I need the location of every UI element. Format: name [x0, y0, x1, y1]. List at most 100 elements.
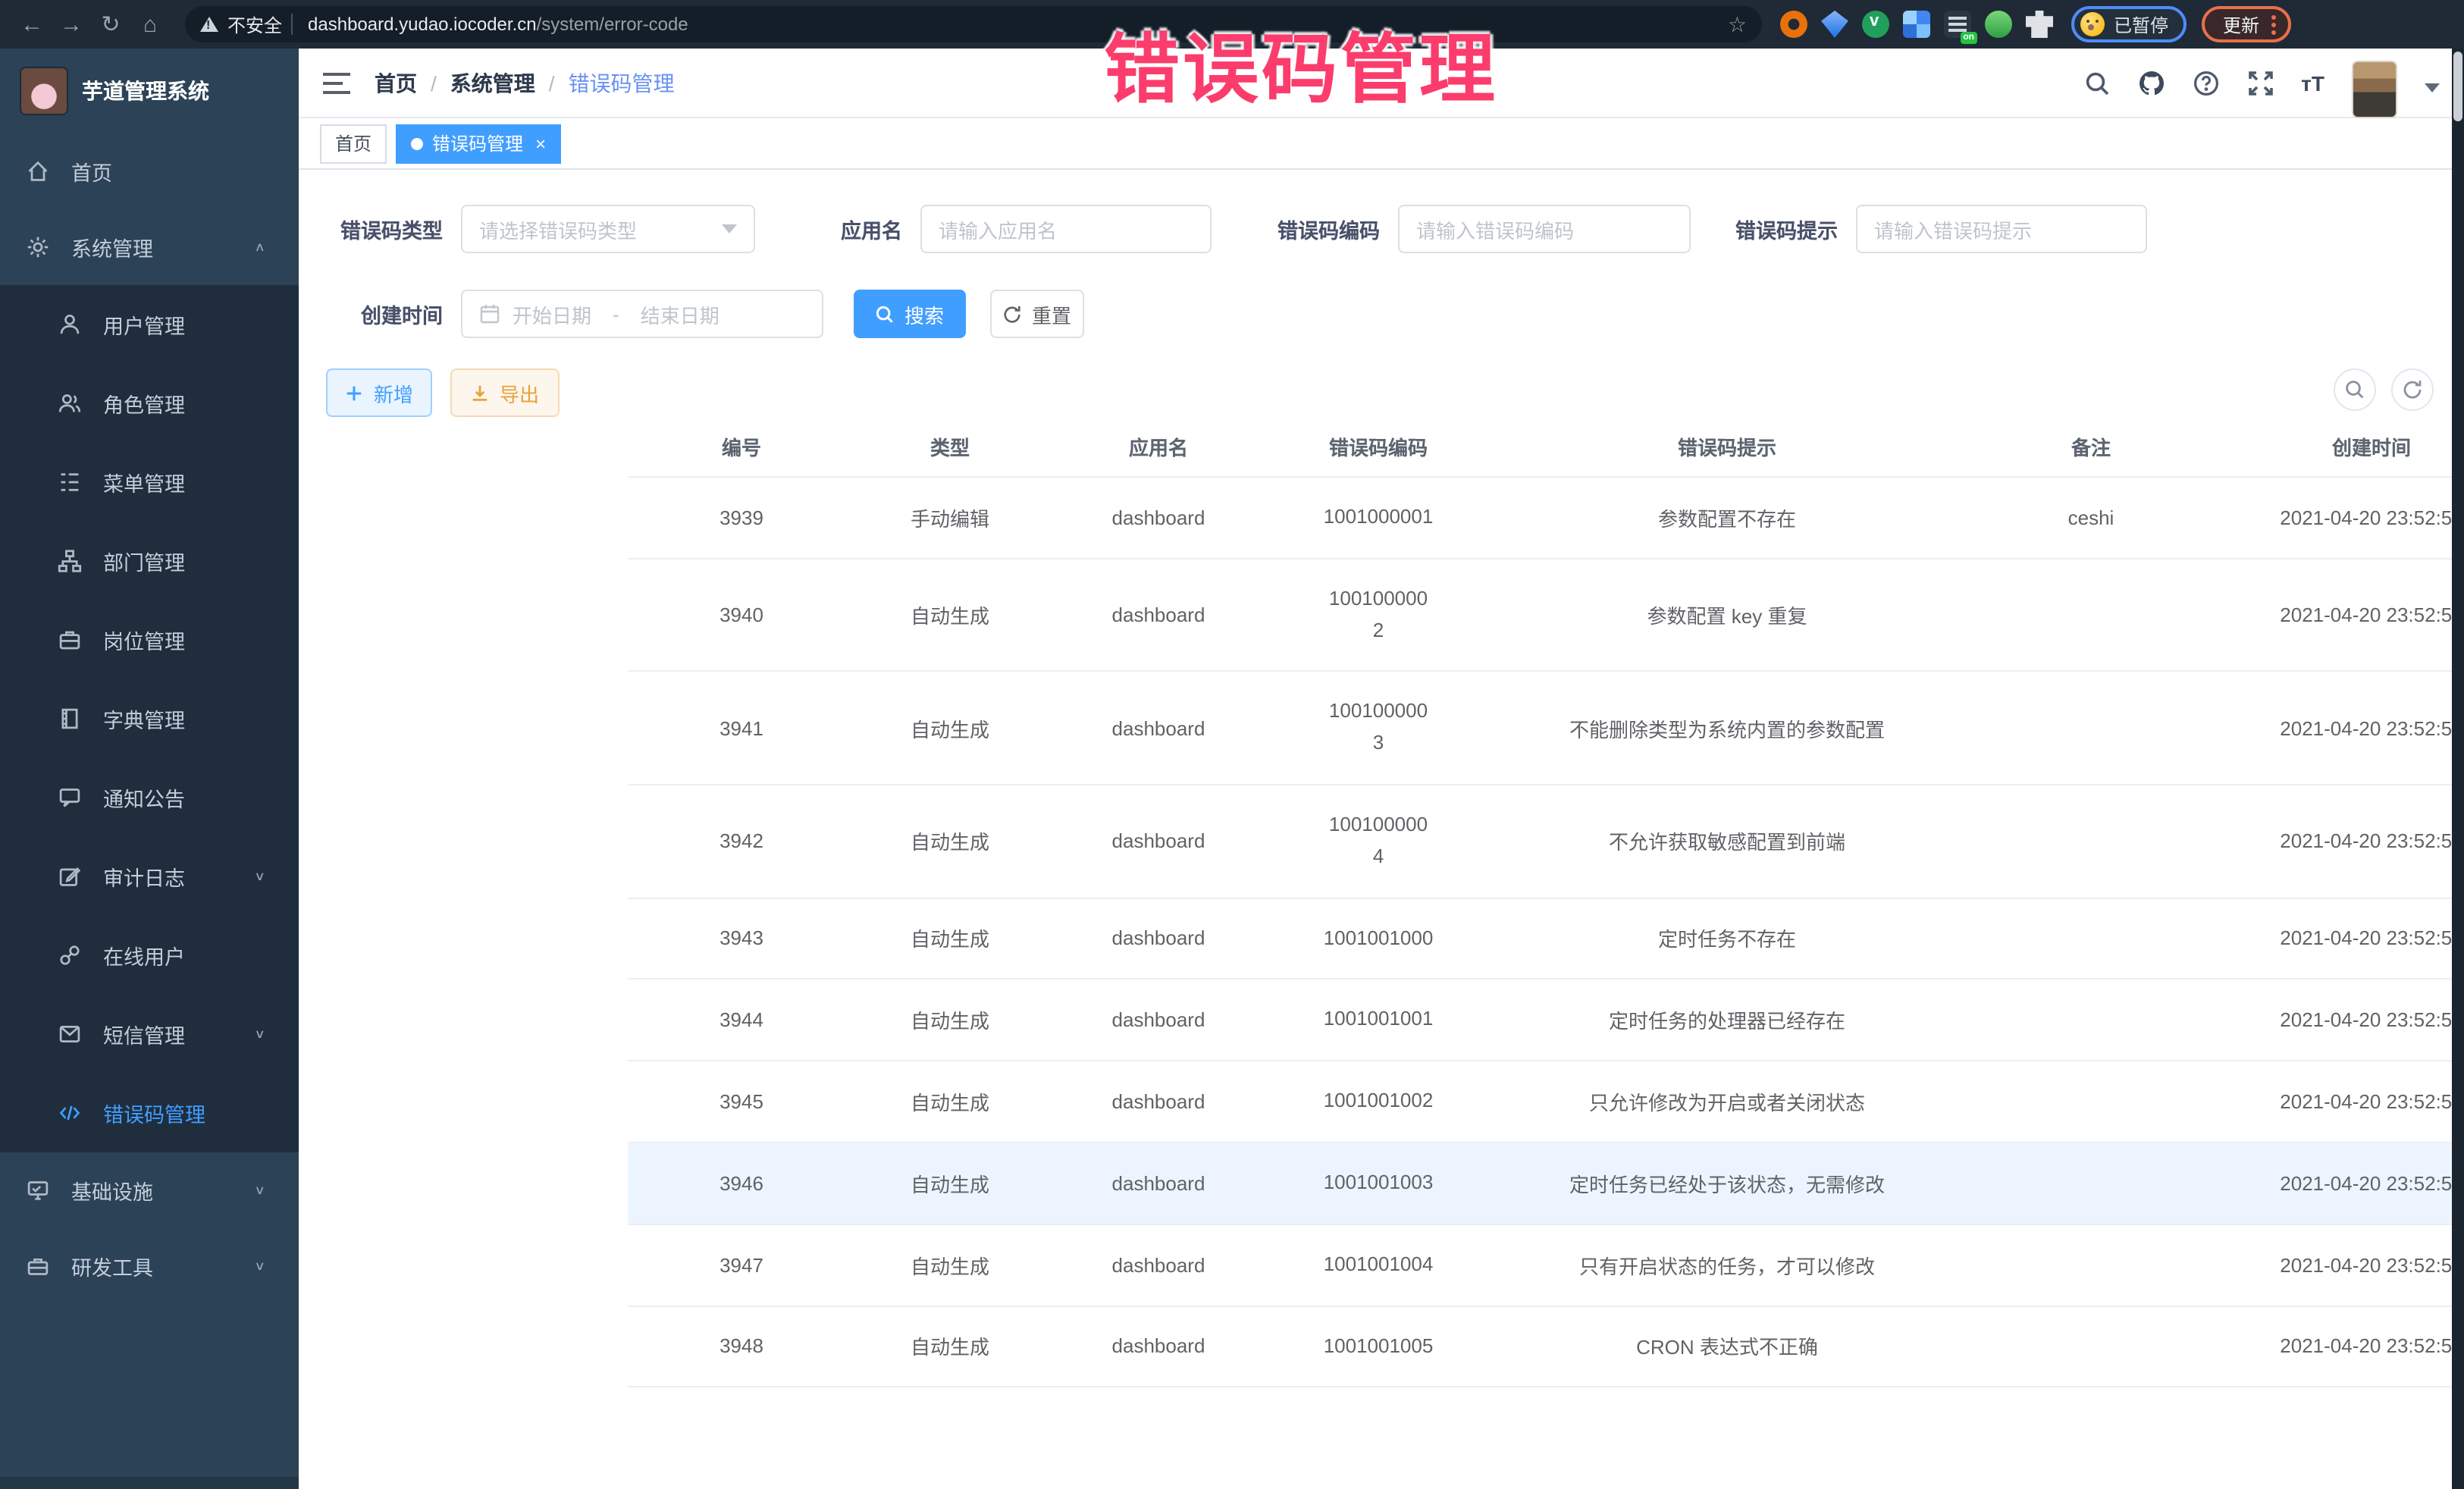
browser-back-icon[interactable]: ←	[12, 5, 52, 44]
extension-grid-icon[interactable]	[1903, 11, 1930, 38]
toggle-search-icon[interactable]	[2334, 368, 2376, 411]
sidebar-item-研发工具[interactable]: 研发工具 ∨	[0, 1228, 299, 1304]
sidebar-item-审计日志[interactable]: 审计日志∨	[0, 837, 299, 916]
cell-time: 2021-04-20 23:52:56	[2212, 672, 2464, 785]
error-hint-label: 错误码提示	[1716, 214, 1856, 244]
app-name-input[interactable]: 请输入应用名	[920, 205, 1212, 253]
cell-msg: 不能删除类型为系统内置的参数配置	[1484, 672, 1970, 785]
error-hint-input[interactable]: 请输入错误码提示	[1856, 205, 2147, 253]
cell-code: 1001000001	[1272, 477, 1484, 559]
browser-reload-icon[interactable]: ↻	[91, 5, 130, 44]
add-button[interactable]: 新增	[326, 368, 432, 417]
cell-app: dashboard	[1045, 1224, 1272, 1306]
table-row: 3940自动生成dashboard100100000 2参数配置 key 重复2…	[628, 559, 2464, 672]
cell-app: dashboard	[1045, 477, 1272, 559]
sidebar-item-用户管理[interactable]: 用户管理	[0, 285, 299, 364]
browser-update-button[interactable]: 更新	[2202, 6, 2291, 42]
font-size-icon[interactable]: тT	[2301, 71, 2324, 95]
reset-button[interactable]: 重置	[990, 290, 1084, 338]
cell-id: 3942	[628, 785, 855, 898]
sidebar-item-label: 字典管理	[103, 704, 185, 734]
extensions-puzzle-icon[interactable]	[2026, 11, 2053, 38]
page-scrollbar[interactable]	[2452, 49, 2464, 1489]
reset-button-label: 重置	[1032, 299, 1071, 328]
refresh-table-icon[interactable]	[2391, 368, 2434, 411]
browser-home-icon[interactable]: ⌂	[130, 5, 170, 44]
cell-msg: 只有开启状态的任务，才可以修改	[1484, 1224, 1970, 1306]
cell-code: 1001001002	[1272, 1061, 1484, 1143]
code-icon	[58, 1101, 82, 1125]
tab-close-icon[interactable]: ×	[535, 133, 546, 154]
collapse-sidebar-icon[interactable]	[323, 72, 350, 93]
sidebar-logo-row[interactable]: 芋道管理系统	[0, 49, 299, 133]
browser-forward-icon[interactable]: →	[52, 5, 91, 44]
sidebar-item-角色管理[interactable]: 角色管理	[0, 364, 299, 443]
cell-memo: ceshi	[1970, 477, 2212, 559]
cell-type: 自动生成	[855, 1306, 1045, 1387]
extension-diamond-icon[interactable]	[1821, 11, 1848, 38]
table-row: 3939手动编辑dashboard1001000001参数配置不存在ceshi2…	[628, 477, 2464, 559]
fullscreen-icon[interactable]	[2246, 69, 2274, 96]
sidebar-item-基础设施[interactable]: 基础设施∨	[0, 1152, 299, 1228]
cell-code: 1001001000	[1272, 898, 1484, 980]
search-icon[interactable]	[2083, 69, 2110, 96]
date-range-picker[interactable]: 开始日期 - 结束日期	[461, 290, 823, 338]
breadcrumb-item-系统管理[interactable]: 系统管理	[450, 67, 535, 98]
browser-menu-dots-icon[interactable]	[2271, 14, 2276, 34]
org-tree-icon	[58, 549, 82, 573]
column-header-编号: 编号	[628, 417, 855, 477]
error-code-input[interactable]: 请输入错误码编码	[1398, 205, 1691, 253]
sidebar-item-部门管理[interactable]: 部门管理	[0, 522, 299, 600]
bookmark-star-icon[interactable]: ☆	[1728, 11, 1747, 37]
user-avatar[interactable]	[2352, 60, 2397, 118]
scrollbar-thumb[interactable]	[2453, 52, 2462, 121]
extensions-tray: on	[1780, 11, 2053, 38]
sidebar-item-岗位管理[interactable]: 岗位管理	[0, 600, 299, 679]
sidebar-item-字典管理[interactable]: 字典管理	[0, 679, 299, 758]
sidebar-item-系统管理[interactable]: 系统管理∧	[0, 209, 299, 285]
url-domain: dashboard.yudao.iocoder.cn	[308, 14, 537, 35]
error-type-select[interactable]: 请选择错误码类型	[461, 205, 755, 253]
sidebar-item-短信管理[interactable]: 短信管理∨	[0, 995, 299, 1074]
app-name-placeholder: 请输入应用名	[939, 215, 1057, 243]
github-icon[interactable]	[2137, 69, 2165, 96]
add-button-label: 新增	[374, 378, 413, 407]
extension-green-icon[interactable]	[1862, 11, 1889, 38]
address-bar[interactable]: 不安全 dashboard.yudao.iocoder.cn/system/er…	[185, 6, 1762, 42]
tab-错误码管理[interactable]: 错误码管理×	[396, 124, 561, 163]
chevron-down-icon: ∨	[254, 1259, 265, 1273]
cell-type: 自动生成	[855, 1061, 1045, 1143]
sidebar-item-首页[interactable]: 首页	[0, 133, 299, 209]
sidebar-item-label: 研发工具	[71, 1251, 153, 1281]
extension-spy-icon[interactable]	[1985, 11, 2012, 38]
cell-msg: 只允许修改为开启或者关闭状态	[1484, 1061, 1970, 1143]
sidebar-item-label: 菜单管理	[103, 467, 185, 497]
sidebar-item-错误码管理[interactable]: 错误码管理	[0, 1074, 299, 1152]
column-header-错误码编码: 错误码编码	[1272, 417, 1484, 477]
app-logo	[20, 67, 68, 115]
topbar-icons: тT	[2083, 48, 2440, 118]
column-header-错误码提示: 错误码提示	[1484, 417, 1970, 477]
sidebar-item-在线用户[interactable]: 在线用户	[0, 916, 299, 995]
cell-app: dashboard	[1045, 672, 1272, 785]
sidebar-item-菜单管理[interactable]: 菜单管理	[0, 443, 299, 522]
cell-app: dashboard	[1045, 785, 1272, 898]
sidebar-item-label: 通知公告	[103, 782, 185, 813]
update-label: 更新	[2223, 11, 2259, 37]
extension-list-icon[interactable]: on	[1944, 11, 1971, 38]
export-button[interactable]: 导出	[450, 368, 560, 417]
breadcrumb-item-首页[interactable]: 首页	[375, 67, 417, 98]
help-icon[interactable]	[2192, 69, 2219, 96]
tab-首页[interactable]: 首页	[320, 124, 387, 163]
end-date-placeholder: 结束日期	[641, 299, 719, 328]
cell-time: 2021-04-20 23:52:56	[2212, 1061, 2464, 1143]
paused-label: 已暂停	[2114, 11, 2168, 37]
sidebar-item-通知公告[interactable]: 通知公告	[0, 758, 299, 837]
cell-time: 2021-04-20 23:52:56	[2212, 559, 2464, 672]
sidebar-item-label: 岗位管理	[103, 625, 185, 655]
paused-extension-badge[interactable]: 已暂停	[2071, 6, 2187, 42]
extension-orange-icon[interactable]	[1780, 11, 1807, 38]
search-button[interactable]: 搜索	[854, 290, 966, 338]
cell-id: 3945	[628, 1061, 855, 1143]
avatar-caret-icon[interactable]	[2425, 83, 2440, 92]
